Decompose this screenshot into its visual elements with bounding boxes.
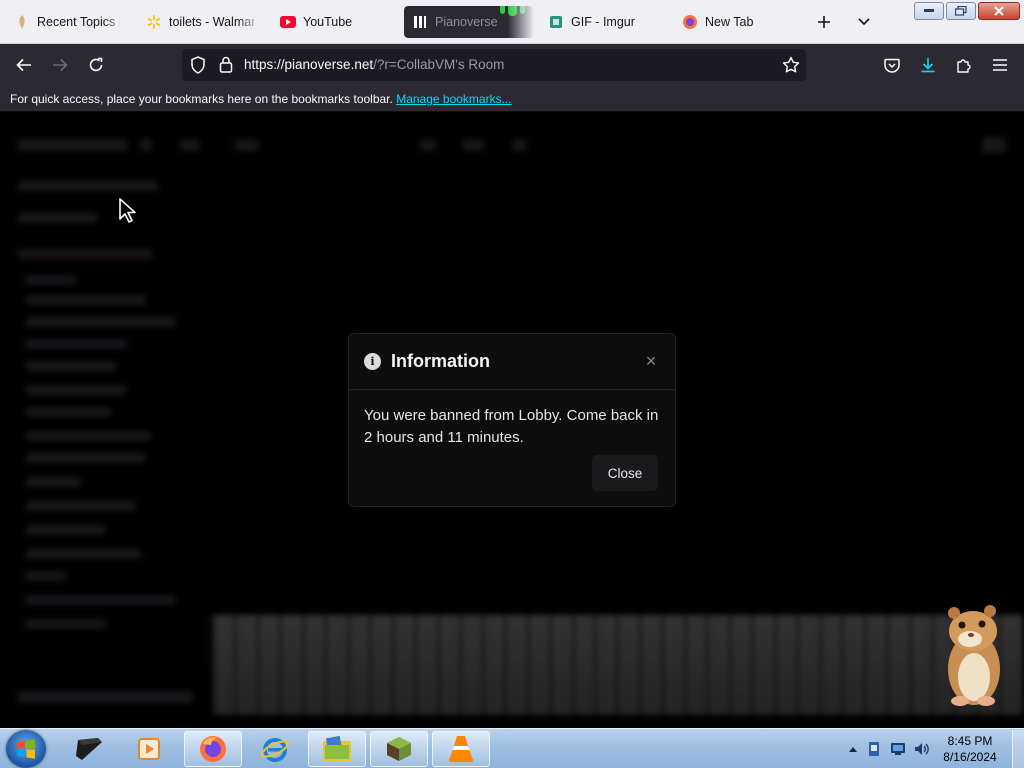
taskbar-internet-explorer-icon[interactable] (246, 731, 304, 767)
bookmark-star-icon[interactable] (782, 56, 800, 79)
tab-label: toilets - Walmart. (169, 15, 254, 29)
tab-strip: Recent Topics | n toilets - Walmart. You… (0, 0, 1024, 44)
clock-date: 8/16/2024 (943, 750, 997, 764)
forward-arrow-icon[interactable] (46, 51, 74, 79)
tab-label: YouTube (303, 15, 353, 29)
mouse-cursor-icon (118, 197, 138, 228)
hamster-sticker-image (940, 605, 1006, 709)
close-button[interactable]: Close (592, 455, 658, 491)
volume-icon[interactable] (910, 742, 934, 756)
sound-indicator-icon (500, 6, 532, 16)
url-host: https://pianoverse.net (244, 57, 374, 72)
dialog-title: Information (391, 351, 490, 371)
close-window-icon[interactable] (978, 2, 1020, 20)
taskbar: 8:45 PM 8/16/2024 (0, 728, 1024, 768)
show-desktop-button[interactable] (1012, 730, 1024, 768)
start-button-windows-icon[interactable] (6, 730, 46, 768)
taskbar-media-player-icon[interactable] (120, 731, 178, 767)
url-bar[interactable]: https://pianoverse.net/?r=CollabVM's Roo… (182, 49, 806, 81)
reload-icon[interactable] (82, 51, 110, 79)
restore-icon[interactable] (946, 2, 976, 20)
extensions-puzzle-icon[interactable] (950, 51, 978, 79)
list-all-tabs-chevron-icon[interactable] (850, 8, 878, 36)
tab-walmart[interactable]: toilets - Walmart. (138, 6, 262, 38)
url-path: /?r=CollabVM's Room (373, 57, 505, 72)
dialog-header: i Information × (349, 334, 675, 390)
taskbar-vlc-icon[interactable] (432, 731, 490, 767)
info-icon: i (364, 353, 381, 370)
tracking-protection-shield-icon[interactable] (190, 56, 206, 79)
minimize-icon[interactable] (914, 2, 944, 20)
walmart-favicon (146, 14, 162, 30)
network-icon[interactable] (886, 742, 910, 756)
system-tray: 8:45 PM 8/16/2024 (844, 729, 1024, 768)
taskbar-file-manager-icon[interactable] (308, 731, 366, 767)
pocket-icon[interactable] (878, 51, 906, 79)
tab-label: New Tab (705, 15, 754, 29)
youtube-favicon (280, 14, 296, 30)
tab-label: Pianoverse (435, 15, 498, 29)
tab-recent-topics[interactable]: Recent Topics | n (6, 6, 128, 38)
dialog-message: You were banned from Lobby. Come back in… (364, 407, 659, 446)
taskbar-firefox-icon[interactable] (184, 731, 242, 767)
information-dialog: i Information × You were banned from Lob… (348, 333, 676, 507)
downloads-icon[interactable] (914, 51, 942, 79)
imgur-favicon (548, 14, 564, 30)
bookmarks-toolbar: For quick access, place your bookmarks h… (0, 86, 1024, 112)
tray-app-icon[interactable] (862, 741, 886, 757)
window-controls (914, 2, 1020, 20)
back-arrow-icon[interactable] (10, 51, 38, 79)
recent-topics-favicon (14, 14, 30, 30)
tab-new-tab[interactable]: New Tab (674, 6, 798, 38)
show-hidden-icons-chevron-icon[interactable] (844, 746, 862, 752)
padlock-icon[interactable] (219, 56, 233, 78)
taskbar-terminal-icon[interactable] (60, 731, 118, 767)
new-tab-plus-icon[interactable] (810, 8, 838, 36)
tab-youtube[interactable]: YouTube (272, 6, 396, 38)
firefox-favicon (682, 14, 698, 30)
clock-time: 8:45 PM (947, 734, 993, 748)
taskbar-clock[interactable]: 8:45 PM 8/16/2024 (934, 733, 1006, 765)
url-text: https://pianoverse.net/?r=CollabVM's Roo… (244, 57, 504, 72)
tab-label: Recent Topics | n (37, 15, 120, 29)
hamburger-menu-icon[interactable] (986, 51, 1014, 79)
tab-pianoverse[interactable]: Pianoverse (404, 6, 534, 38)
manage-bookmarks-link[interactable]: Manage bookmarks... (396, 92, 511, 106)
tab-label: GIF - Imgur (571, 15, 635, 29)
bookmarks-hint: For quick access, place your bookmarks h… (10, 92, 393, 106)
screen: Recent Topics | n toilets - Walmart. You… (0, 0, 1024, 768)
taskbar-minecraft-icon[interactable] (370, 731, 428, 767)
tab-imgur[interactable]: GIF - Imgur (540, 6, 668, 38)
navigation-toolbar: https://pianoverse.net/?r=CollabVM's Roo… (0, 44, 1024, 86)
pianoverse-favicon (412, 14, 428, 30)
close-x-icon[interactable]: × (642, 351, 660, 372)
